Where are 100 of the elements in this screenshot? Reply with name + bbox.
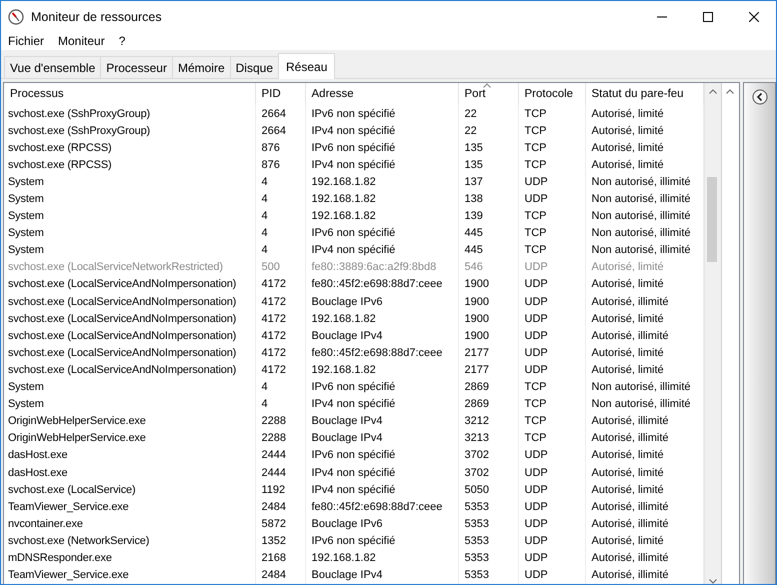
table-cell: 500 (255, 258, 305, 276)
table-cell: TeamViewer_Service.exe (4, 498, 255, 516)
table-cell: 1352 (255, 532, 305, 550)
table-cell: IPv6 non spécifié (305, 532, 458, 550)
table-cell: IPv4 non spécifié (305, 481, 458, 498)
table-cell: UDP (518, 293, 585, 310)
table-cell: svchost.exe (LocalServiceNetworkRestricted) (4, 258, 255, 276)
table-cell: Non autorisé, illimité (585, 224, 703, 242)
table-cell: UDP (518, 276, 585, 294)
table-cell: 135 (458, 156, 518, 174)
table-cell: System (4, 173, 255, 190)
table-cell: Autorisé, illimité (585, 327, 703, 344)
table-cell: 2168 (255, 549, 305, 567)
scroll-down-icon[interactable] (708, 579, 716, 584)
column-header[interactable]: Processus (4, 83, 255, 105)
table-cell: UDP (518, 327, 585, 344)
table-cell: 192.168.1.82 (305, 549, 458, 567)
table-cell: TCP (518, 224, 585, 242)
tab[interactable]: Vue d'ensemble (4, 56, 102, 78)
table-cell: Non autorisé, illimité (585, 190, 703, 208)
table-cell: UDP (518, 173, 585, 190)
table-cell: svchost.exe (LocalServiceAndNoImpersonation) (4, 361, 255, 378)
table-cell: 4172 (255, 361, 305, 378)
column-header[interactable]: Port (458, 83, 518, 105)
table-cell: Bouclage IPv6 (305, 515, 458, 532)
table-cell: Autorisé, illimité (585, 430, 703, 447)
window-title: Moniteur de ressources (31, 10, 162, 24)
table-cell: 5353 (458, 532, 518, 550)
table-cell: svchost.exe (LocalServiceAndNoImpersonation) (4, 344, 255, 362)
maximize-icon[interactable] (703, 12, 713, 22)
table-cell: System (4, 224, 255, 242)
table-cell: TCP (518, 105, 585, 122)
tab[interactable]: Réseau (278, 53, 336, 79)
table-cell: 4172 (255, 327, 305, 344)
table-cell: UDP (518, 532, 585, 550)
table-cell: 2288 (255, 412, 305, 430)
table-cell: svchost.exe (LocalServiceAndNoImpersonation) (4, 276, 255, 294)
table-cell: 2869 (458, 378, 518, 396)
table-cell: TCP (518, 430, 585, 447)
table-cell: UDP (518, 258, 585, 276)
table-cell: Autorisé, limité (585, 464, 703, 482)
table-cell: 137 (458, 173, 518, 190)
chevron-left-icon[interactable] (752, 89, 768, 105)
table-cell: 192.168.1.82 (305, 208, 458, 225)
table-cell: TCP (518, 156, 585, 174)
close-icon[interactable] (749, 12, 759, 22)
table-cell: UDP (518, 446, 585, 464)
table-cell: 22 (458, 122, 518, 140)
table-cell: UDP (518, 310, 585, 328)
table-cell: fe80::45f2:e698:88d7:ceee (305, 344, 458, 362)
table-cell: dasHost.exe (4, 464, 255, 482)
table-cell: Autorisé, limité (585, 481, 703, 498)
table-cell: svchost.exe (NetworkService) (4, 532, 255, 550)
scroll-up-icon[interactable] (726, 89, 734, 94)
column-header[interactable]: PID (255, 83, 305, 105)
scrollbar[interactable] (704, 83, 720, 584)
table-cell: 2177 (458, 344, 518, 362)
table-cell: 4 (255, 242, 305, 259)
table-cell: IPv4 non spécifié (305, 156, 458, 174)
table-cell: UDP (518, 549, 585, 567)
table-cell: Autorisé, limité (585, 532, 703, 550)
table-cell: Autorisé, illimité (585, 515, 703, 532)
column-header[interactable]: Protocole (518, 83, 585, 105)
scrollbar-thumb[interactable] (707, 177, 717, 262)
table-cell: System (4, 396, 255, 413)
table-cell: Bouclage IPv4 (305, 412, 458, 430)
table-cell: 5050 (458, 481, 518, 498)
table-cell: Autorisé, illimité (585, 566, 703, 584)
table-cell: 3213 (458, 430, 518, 447)
table-cell: 2484 (255, 566, 305, 584)
menu-item[interactable]: Fichier (8, 34, 44, 48)
table-cell: TCP (518, 396, 585, 413)
table-cell: 192.168.1.82 (305, 361, 458, 378)
table-cell: 135 (458, 139, 518, 156)
table-cell: 192.168.1.82 (305, 190, 458, 208)
table-cell: Bouclage IPv4 (305, 566, 458, 584)
table-cell: TCP (518, 242, 585, 259)
table-cell: svchost.exe (LocalServiceAndNoImpersonation) (4, 293, 255, 310)
table-cell: 3702 (458, 446, 518, 464)
table-cell: svchost.exe (SshProxyGroup) (4, 105, 255, 122)
scroll-up-icon[interactable] (708, 89, 716, 94)
menu-item[interactable]: ? (118, 34, 126, 48)
table-cell: System (4, 208, 255, 225)
table-cell: Autorisé, limité (585, 361, 703, 378)
table-cell: Autorisé, illimité (585, 498, 703, 516)
table-cell: 4172 (255, 310, 305, 328)
column-header[interactable]: Statut du pare-feu (585, 83, 703, 105)
table-cell: dasHost.exe (4, 446, 255, 464)
table-cell: Autorisé, limité (585, 310, 703, 328)
menu-item[interactable]: Moniteur (58, 34, 105, 48)
table-cell: svchost.exe (LocalServiceAndNoImpersonation) (4, 310, 255, 328)
table-cell: fe80::45f2:e698:88d7:ceee (305, 276, 458, 294)
table-cell: 5872 (255, 515, 305, 532)
table-cell: TCP (518, 139, 585, 156)
table-cell: Autorisé, limité (585, 344, 703, 362)
column-header[interactable]: Adresse (305, 83, 458, 105)
table-cell: fe80::3889:6ac:a2f9:8bd8 (305, 258, 458, 276)
table-cell: 2664 (255, 105, 305, 122)
table-cell: 1900 (458, 293, 518, 310)
table-cell: IPv4 non spécifié (305, 464, 458, 482)
